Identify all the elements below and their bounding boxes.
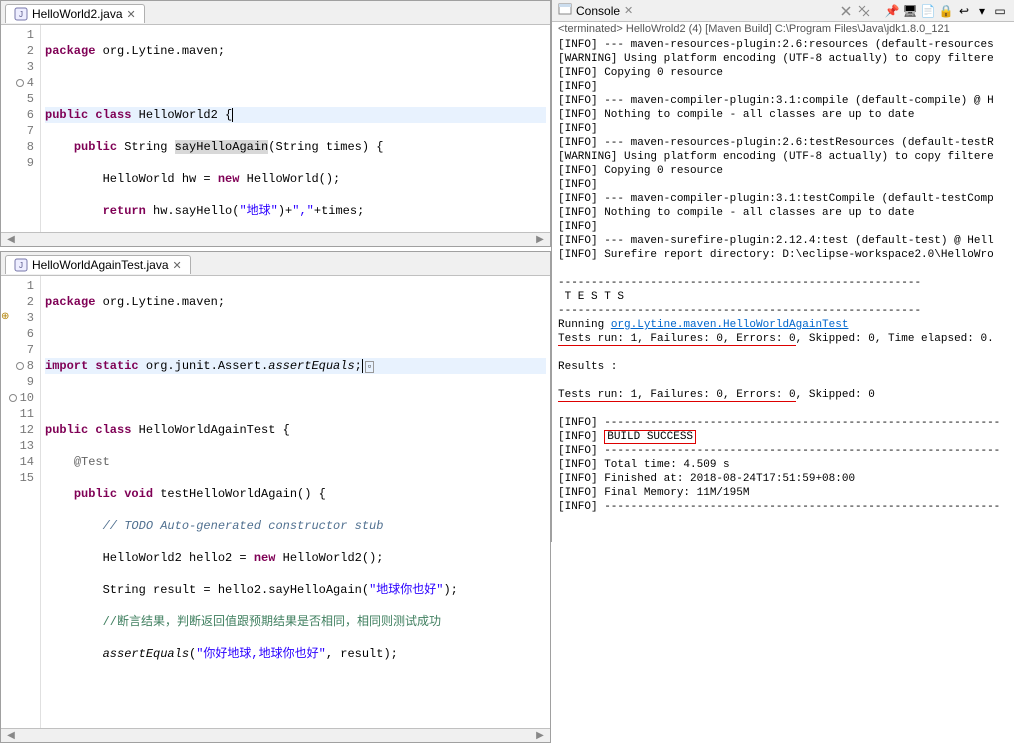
code-area-1[interactable]: 123 4 567 89 package org.Lytine.maven; p…	[1, 25, 550, 232]
minimize-icon[interactable]: ▭	[992, 3, 1008, 19]
hscroll-2[interactable]: ◀ ▶	[1, 728, 550, 742]
scroll-lock-icon[interactable]: 🔒	[938, 3, 954, 19]
console-output[interactable]: [INFO] --- maven-resources-plugin:2.6:re…	[552, 36, 1014, 542]
tab-bar-1: J HelloWorld2.java ✕	[1, 1, 550, 25]
tab-helloworldagaintest[interactable]: J HelloWorldAgainTest.java ✕	[5, 255, 191, 274]
console-pane: Console ✕ 📌 🖥 📄 🔒 ↩ ▾ ▭ <terminated> Hel…	[552, 0, 1014, 542]
console-header: Console ✕ 📌 🖥 📄 🔒 ↩ ▾ ▭	[552, 0, 1014, 22]
code-1[interactable]: package org.Lytine.maven; public class H…	[41, 25, 550, 232]
scroll-left-icon[interactable]: ◀	[5, 234, 17, 245]
left-column: J HelloWorld2.java ✕ 123 4 567 89 packag…	[0, 0, 552, 542]
scroll-right-icon[interactable]: ▶	[534, 730, 546, 741]
console-toolbar: 📌 🖥 📄 🔒 ↩ ▾ ▭	[838, 3, 1008, 19]
console-icon	[558, 2, 572, 19]
wrap-icon[interactable]: ↩	[956, 3, 972, 19]
gutter-2: 12 ⊕3 67 8 9 10 1112131415	[1, 276, 41, 728]
code-area-2[interactable]: 12 ⊕3 67 8 9 10 1112131415 package org.L…	[1, 276, 550, 728]
java-file-icon: J	[14, 7, 28, 21]
close-icon[interactable]: ✕	[127, 8, 136, 21]
tab-helloworld2[interactable]: J HelloWorld2.java ✕	[5, 4, 145, 23]
svg-text:J: J	[19, 10, 23, 19]
view-menu-icon[interactable]: ▾	[974, 3, 990, 19]
tab-label: HelloWorldAgainTest.java	[32, 258, 169, 272]
pin-icon[interactable]: 📌	[884, 3, 900, 19]
svg-text:J: J	[19, 261, 23, 270]
java-file-icon: J	[14, 258, 28, 272]
app-root: J HelloWorld2.java ✕ 123 4 567 89 packag…	[0, 0, 1014, 542]
hscroll-1[interactable]: ◀ ▶	[1, 232, 550, 246]
gutter-1: 123 4 567 89	[1, 25, 41, 232]
clear-icon[interactable]: 📄	[920, 3, 936, 19]
build-status: BUILD SUCCESS	[604, 430, 696, 444]
display-icon[interactable]: 🖥	[902, 3, 918, 19]
editor-pane-1: J HelloWorld2.java ✕ 123 4 567 89 packag…	[0, 0, 551, 247]
tab-bar-2: J HelloWorldAgainTest.java ✕	[1, 252, 550, 276]
console-subtitle: <terminated> HelloWrold2 (4) [Maven Buil…	[552, 22, 1014, 36]
tab-label: HelloWorld2.java	[32, 7, 123, 21]
close-icon[interactable]: ✕	[173, 259, 182, 272]
close-icon[interactable]: ✕	[624, 4, 633, 17]
scroll-left-icon[interactable]: ◀	[5, 730, 17, 741]
editor-pane-2: J HelloWorldAgainTest.java ✕ 12 ⊕3 67 8 …	[0, 251, 551, 743]
scroll-right-icon[interactable]: ▶	[534, 234, 546, 245]
test-class-link[interactable]: org.Lytine.maven.HelloWorldAgainTest	[611, 319, 849, 331]
console-title: Console	[576, 4, 620, 18]
remove-launch-icon[interactable]	[838, 3, 854, 19]
code-2[interactable]: package org.Lytine.maven; import static …	[41, 276, 550, 728]
remove-all-icon[interactable]	[856, 3, 872, 19]
